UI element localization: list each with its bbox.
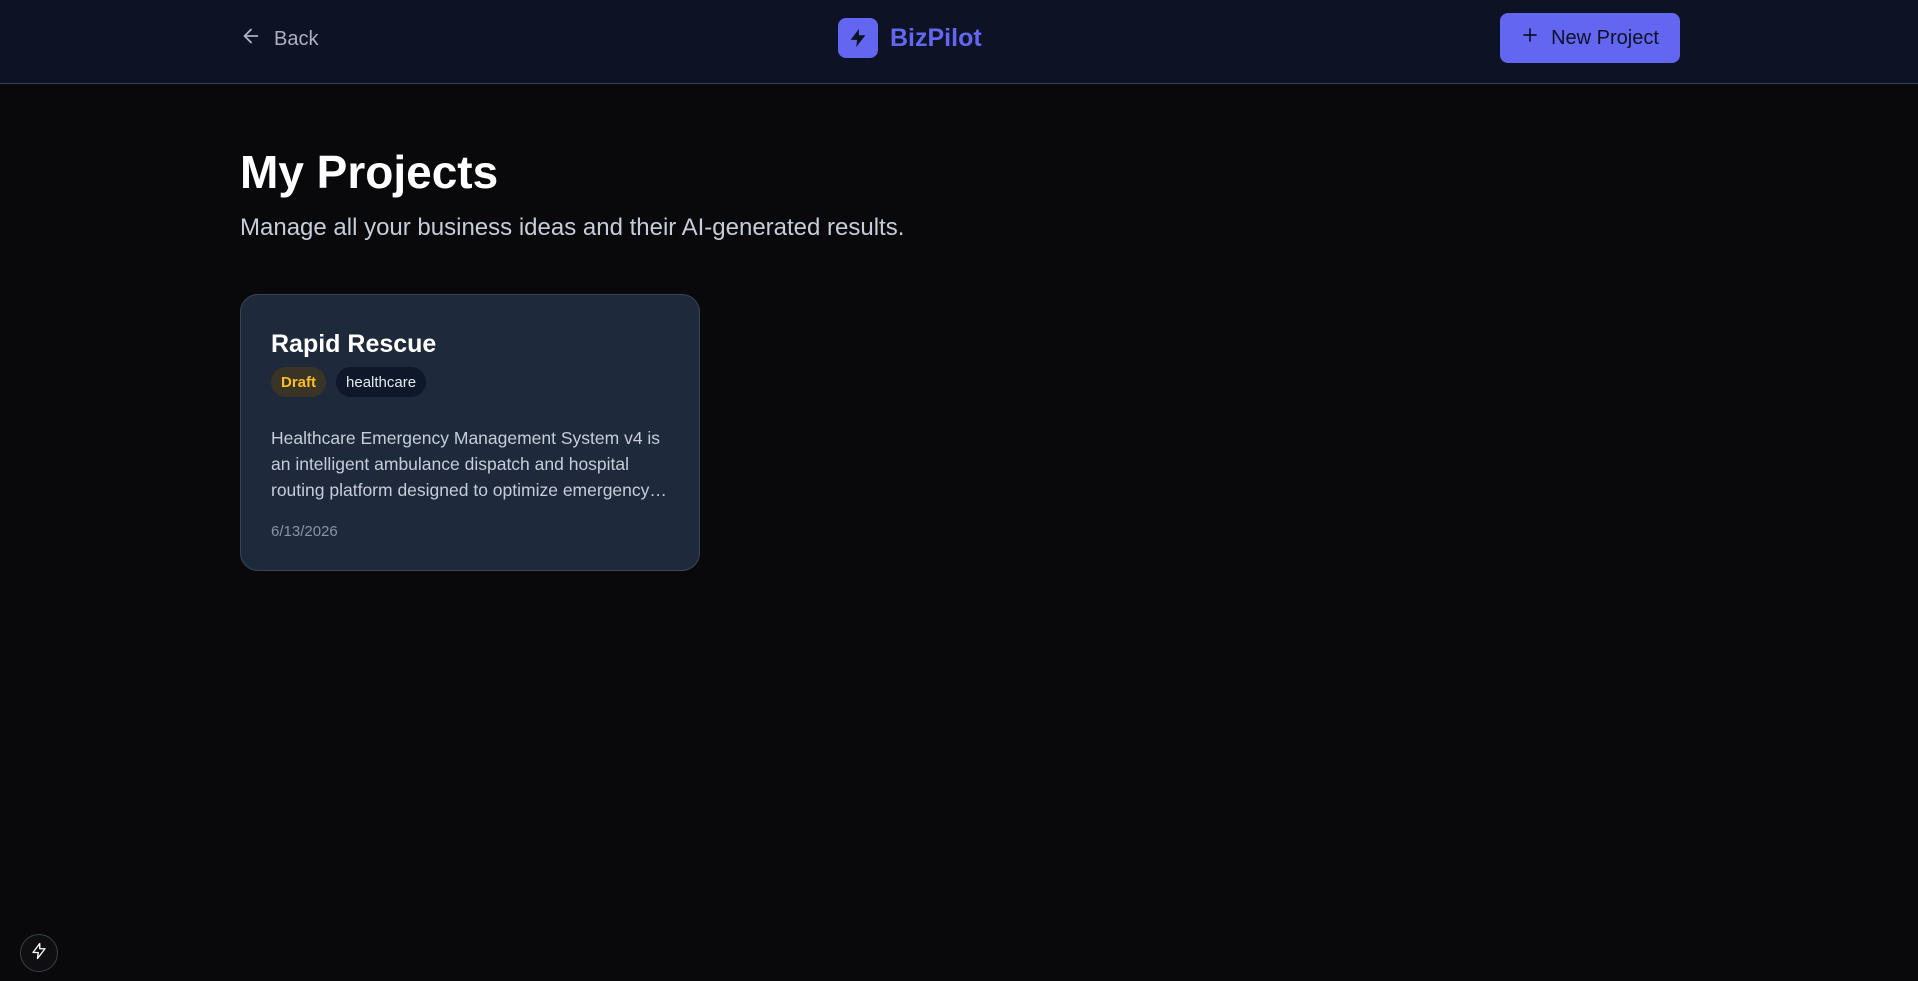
project-description: Healthcare Emergency Management System v… (271, 428, 661, 500)
project-date: 6/13/2026 (271, 523, 338, 540)
project-card[interactable]: Rapid Rescue Draft healthcare Healthcare… (240, 294, 700, 571)
project-badges: Draft healthcare (271, 367, 669, 397)
top-navigation-bar: Back BizPilot New Project (0, 0, 1918, 84)
lightning-bolt-icon (838, 18, 878, 58)
back-link[interactable]: Back (240, 24, 318, 54)
page-title: My Projects (240, 146, 499, 198)
lightning-bolt-outline-icon (30, 942, 48, 965)
new-project-label: New Project (1551, 26, 1659, 49)
plus-icon (1521, 26, 1539, 50)
brand[interactable]: BizPilot (838, 18, 982, 58)
project-title: Rapid Rescue (271, 330, 437, 358)
category-badge: healthcare (336, 367, 427, 397)
arrow-left-icon (240, 25, 262, 53)
status-badge: Draft (271, 367, 327, 397)
page-subtitle: Manage all your business ideas and their… (240, 214, 905, 241)
back-label: Back (274, 27, 319, 50)
brand-name: BizPilot (890, 23, 982, 52)
floating-action-button[interactable] (20, 934, 58, 972)
new-project-button[interactable]: New Project (1500, 13, 1680, 63)
